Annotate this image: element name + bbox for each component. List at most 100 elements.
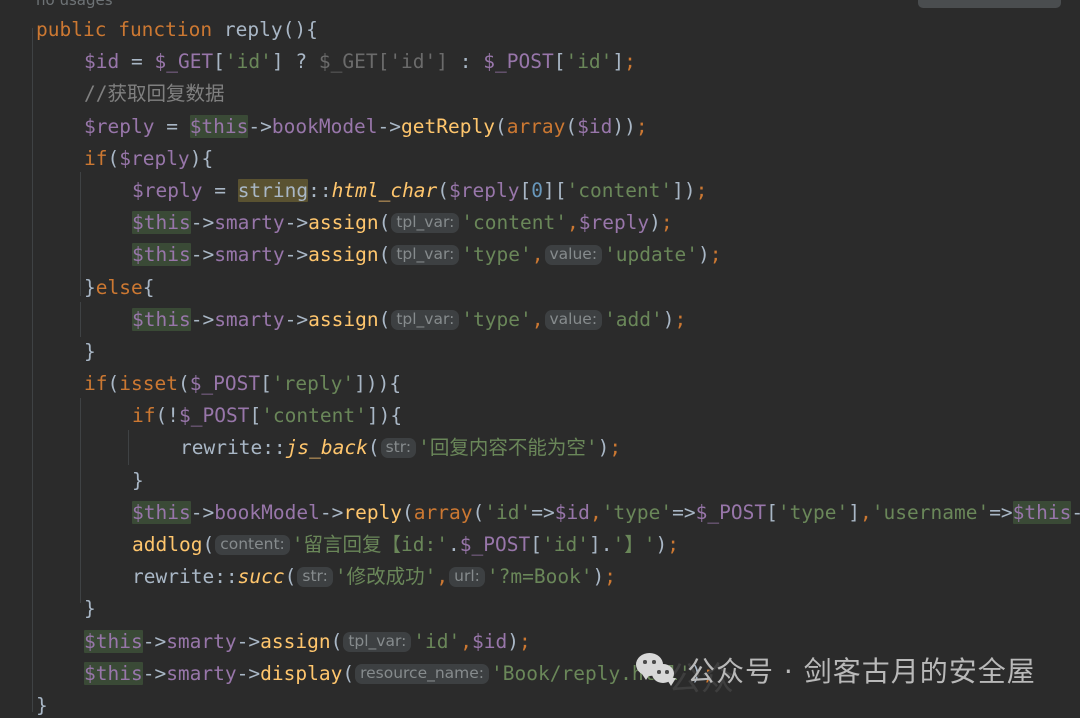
code-token: ): [655, 533, 668, 556]
code-line[interactable]: $this->smarty->display(resource_name: 'Bo…: [0, 658, 1080, 690]
code-token: '回复内容不能为空': [418, 436, 598, 460]
code-line[interactable]: $this->smarty->assign(tpl_var:'type', val…: [0, 239, 1080, 271]
code-token: ::: [308, 178, 332, 202]
parameter-hint[interactable]: value:: [544, 309, 603, 330]
code-line[interactable]: rewrite::js_back(str: '回复内容不能为空');: [0, 432, 1080, 464]
code-token: ;: [604, 565, 617, 589]
code-token: }: [132, 468, 144, 492]
code-token: if: [84, 146, 108, 170]
code-line[interactable]: }: [0, 593, 1080, 625]
code-token: (: [107, 146, 120, 170]
code-token: ->: [377, 114, 402, 138]
code-token: $_POST: [189, 372, 261, 396]
code-token: ,: [436, 565, 449, 589]
parameter-hint[interactable]: str:: [297, 567, 333, 588]
code-token: 'Book/reply.html': [491, 661, 691, 685]
code-token: [: [249, 404, 262, 428]
code-line[interactable]: }: [0, 690, 1080, 718]
parameter-hint[interactable]: resource_name:: [355, 663, 490, 684]
code-line[interactable]: if($reply){: [0, 143, 1080, 175]
usages-inlay-hint[interactable]: no usages: [36, 0, 113, 9]
code-line[interactable]: }: [0, 465, 1080, 497]
parameter-hint[interactable]: url:: [449, 567, 485, 588]
parameter-hint[interactable]: tpl_var:: [343, 631, 412, 652]
code-token: $this: [84, 661, 143, 685]
code-token: function: [118, 18, 213, 41]
code-token: ): [690, 661, 703, 685]
code-token: ->: [284, 307, 309, 331]
code-line[interactable]: $this->smarty->assign(tpl_var:'content',…: [0, 207, 1080, 239]
code-token: (: [565, 114, 578, 138]
code-token: $reply: [132, 178, 203, 202]
code-token: $this: [132, 211, 191, 235]
code-token: smarty: [214, 211, 285, 235]
code-token: ): [597, 436, 610, 460]
code-token: reply: [343, 500, 403, 524]
code-token: (: [472, 500, 485, 524]
code-line[interactable]: $this->smarty->assign(tpl_var:'id',$id);: [0, 626, 1080, 658]
code-token: ->: [190, 211, 215, 235]
parameter-hint[interactable]: tpl_var:: [391, 213, 460, 234]
code-token: array: [506, 114, 566, 138]
code-token: 'type': [461, 307, 532, 331]
code-token: smarty: [166, 629, 237, 653]
code-token: $_GET: [154, 50, 214, 74]
code-line[interactable]: addlog(content: '留言回复【id:'.$_POST['id'].'…: [0, 529, 1080, 561]
code-token: (: [107, 372, 120, 396]
code-token: ): [378, 404, 391, 428]
code-token: 'id': [541, 533, 589, 556]
code-line[interactable]: }else{: [0, 272, 1080, 304]
code-token: rewrite: [180, 436, 263, 460]
code-token: [: [530, 533, 542, 556]
code-line[interactable]: public function reply(){: [0, 14, 1080, 46]
code-line[interactable]: //获取回复数据: [0, 78, 1080, 110]
code-token: ,: [860, 500, 872, 524]
code-token: ::: [262, 436, 286, 460]
code-token: bookModel: [214, 500, 320, 524]
code-token: ]: [271, 50, 284, 74]
code-line[interactable]: if(!$_POST['content']){: [0, 400, 1080, 432]
code-editor[interactable]: no usages public function reply(){$id = …: [0, 0, 1080, 718]
parameter-hint[interactable]: tpl_var:: [391, 245, 460, 266]
code-line[interactable]: $this->bookModel->reply(array('id'=>$id,…: [0, 497, 1080, 529]
code-token: ->: [190, 243, 215, 267]
code-token: $reply: [449, 178, 520, 202]
code-token: ]: [354, 372, 366, 396]
code-line[interactable]: $reply = $this->bookModel->getReply(arra…: [0, 111, 1080, 143]
code-line[interactable]: }: [0, 336, 1080, 368]
code-line[interactable]: rewrite::succ(str: '修改成功', url: '?m=Book');: [0, 561, 1080, 593]
code-line[interactable]: if(isset($_POST['reply'])){: [0, 368, 1080, 400]
code-token: smarty: [214, 243, 285, 267]
code-token: '修改成功': [334, 565, 437, 589]
code-token: ->: [248, 114, 272, 138]
code-token: =>: [672, 500, 696, 524]
code-line[interactable]: $this->smarty->assign(tpl_var:'type', val…: [0, 304, 1080, 336]
vertical-scrollbar-thumb[interactable]: [918, 0, 1061, 8]
parameter-hint[interactable]: tpl_var:: [391, 309, 460, 330]
parameter-hint[interactable]: str:: [380, 438, 417, 459]
code-token: (: [342, 661, 355, 685]
code-token: $_POST: [483, 50, 554, 74]
code-token: bookModel: [271, 114, 378, 138]
parameter-hint[interactable]: content:: [215, 535, 290, 555]
code-token: 'type': [601, 500, 673, 524]
code-token: 'username': [871, 500, 990, 524]
code-line[interactable]: $reply = string::html_char($reply[0]['co…: [0, 175, 1080, 207]
code-token: ;: [635, 114, 648, 138]
code-token: (): [282, 18, 307, 41]
code-token: (: [402, 500, 414, 524]
code-token: ]: [588, 533, 601, 556]
code-token: (: [437, 178, 450, 202]
code-token: assign: [308, 211, 379, 235]
code-token: '】': [612, 533, 656, 556]
code-token: $reply: [578, 211, 650, 235]
code-token: ->: [142, 661, 167, 685]
code-token: ;: [709, 243, 722, 267]
code-content[interactable]: public function reply(){$id = $_GET['id'…: [0, 14, 1080, 718]
code-token: ->: [284, 243, 309, 267]
code-token: ;: [660, 211, 673, 235]
code-line[interactable]: $id = $_GET['id'] ? $_GET['id'] : $_POST…: [0, 46, 1080, 78]
parameter-hint[interactable]: value:: [544, 245, 603, 266]
code-token: $reply: [119, 146, 190, 170]
